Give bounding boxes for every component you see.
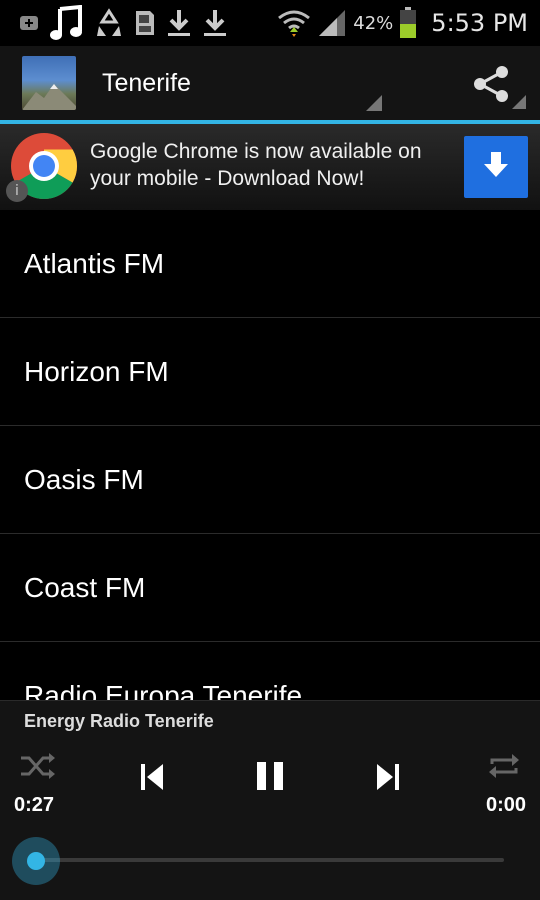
music-note-icon [50, 5, 84, 41]
battery-percent: 42% [353, 12, 394, 34]
next-button[interactable] [370, 761, 406, 797]
ad-download-button[interactable] [464, 136, 528, 198]
recycle-icon [94, 8, 124, 38]
repeat-button[interactable] [484, 751, 524, 785]
seek-bar[interactable] [36, 858, 504, 862]
download-icon [202, 8, 228, 38]
now-playing-title: Energy Radio Tenerife [24, 711, 214, 731]
wifi-icon [277, 8, 311, 38]
skip-next-icon [375, 762, 401, 796]
notification-dot-icon [18, 12, 40, 34]
action-bar: Tenerife [0, 46, 540, 120]
station-item[interactable]: Coast FM [0, 534, 540, 642]
battery-icon [399, 7, 417, 39]
app-title[interactable]: Tenerife [102, 69, 191, 98]
elapsed-time: 0:27 [14, 794, 55, 816]
station-item[interactable]: Horizon FM [0, 318, 540, 426]
share-icon [472, 66, 510, 108]
info-icon[interactable]: i [6, 180, 28, 202]
seek-thumb[interactable] [12, 837, 60, 885]
seek-thumb-core [27, 852, 45, 870]
pause-button[interactable] [252, 759, 288, 797]
total-time: 0:00 [485, 794, 526, 816]
sd-card-icon [134, 9, 156, 37]
previous-button[interactable] [134, 761, 170, 797]
station-item[interactable]: Atlantis FM [0, 210, 540, 318]
share-button[interactable] [472, 64, 510, 108]
repeat-icon [486, 752, 522, 784]
signal-icon [317, 8, 347, 38]
ad-text[interactable]: Google Chrome is now available on your m… [90, 138, 450, 192]
download-arrow-icon [481, 150, 511, 184]
station-item[interactable]: Radio Europa Tenerife [0, 642, 540, 701]
station-list: Atlantis FM Horizon FM Oasis FM Coast FM… [0, 210, 540, 700]
station-item[interactable]: Oasis FM [0, 426, 540, 534]
shuffle-button[interactable] [18, 751, 58, 785]
app-logo[interactable] [22, 56, 76, 110]
skip-previous-icon [139, 762, 165, 796]
title-dropdown-indicator [366, 95, 382, 111]
clock: 5:53 PM [431, 9, 528, 37]
ad-banner[interactable]: i Google Chrome is now available on your… [0, 124, 540, 210]
player-panel: Energy Radio Tenerife 0:27 0:00 [0, 700, 540, 900]
status-bar: 42% 5:53 PM [0, 0, 540, 46]
pause-icon [254, 760, 286, 796]
download-icon [166, 8, 192, 38]
shuffle-icon [19, 752, 57, 784]
share-menu-indicator [512, 95, 526, 109]
